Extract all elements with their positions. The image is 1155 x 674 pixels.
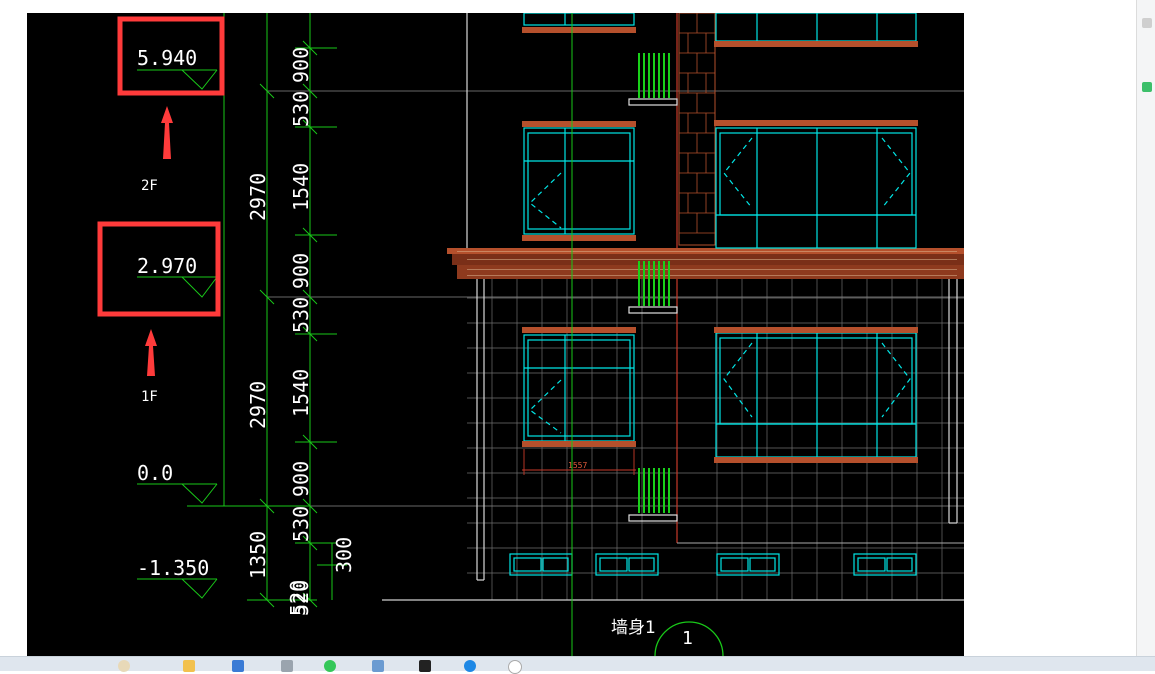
dim-total-1: 2970	[246, 173, 270, 221]
axis-label: 墙身1	[611, 618, 656, 638]
level-marker-3-lines	[137, 483, 218, 504]
dim-detail-6: 1540	[289, 369, 313, 417]
dim-detail-5: 530	[289, 297, 313, 333]
dim-detail-3: 1540	[289, 163, 313, 211]
green-app-icon[interactable]	[324, 660, 336, 672]
dim-detail-7: 900	[289, 461, 313, 497]
right-side-panel	[1136, 0, 1155, 656]
panel-marker-icon	[1142, 18, 1152, 28]
app-icon[interactable]	[281, 660, 293, 672]
level-4-elevation: -1.350	[137, 556, 209, 580]
basement-vents	[509, 553, 917, 576]
media-icon[interactable]	[419, 660, 431, 672]
cad-viewport[interactable]: 1557 1 墙身1 2970 2970 1350 520 900 530 15…	[27, 13, 964, 656]
building-outline	[466, 13, 958, 581]
screen-icon[interactable]	[232, 660, 244, 672]
brick-column	[678, 13, 716, 246]
user-avatar-icon[interactable]	[118, 660, 130, 672]
level-2-floor: 1F	[141, 389, 158, 405]
level-marker-4-lines	[137, 578, 218, 599]
windows-right	[715, 13, 917, 458]
dim-detail-4: 900	[289, 253, 313, 289]
dim-total-2: 2970	[246, 381, 270, 429]
dim-total-3: 1350	[246, 531, 270, 579]
small-dimension-text: 1557	[568, 461, 587, 470]
annotation-arrows	[145, 106, 173, 376]
window-sills-left	[522, 27, 636, 447]
level-1-floor: 2F	[141, 178, 158, 194]
folder-icon[interactable]	[183, 660, 195, 672]
elevation-drawing: 1557 1 墙身1 2970 2970 1350 520 900 530 15…	[97, 13, 964, 656]
railings	[638, 53, 670, 513]
level-2-elevation: 2.970	[137, 254, 197, 278]
dim-detail-1: 900	[289, 47, 313, 83]
ledges	[628, 98, 678, 522]
dim-extra: 300	[332, 537, 356, 573]
axis-bubble-number: 1	[682, 628, 693, 649]
browser-icon[interactable]	[464, 660, 476, 672]
dim-detail-2: 530	[289, 91, 313, 127]
level-1-elevation: 5.940	[137, 46, 197, 70]
dim-detail-9: 520	[289, 580, 313, 616]
circle-icon[interactable]	[508, 660, 522, 674]
panel-status-icon	[1142, 82, 1152, 92]
dimension-chains	[187, 13, 347, 608]
level-marker-2-lines	[137, 276, 218, 298]
dim-detail-8: 530	[289, 506, 313, 542]
windows-left	[523, 13, 635, 442]
level-marker-1-lines	[137, 69, 218, 90]
level-3-elevation: 0.0	[137, 461, 173, 485]
floor-slab	[447, 248, 964, 279]
file-icon[interactable]	[372, 660, 384, 672]
taskbar	[0, 656, 1155, 674]
